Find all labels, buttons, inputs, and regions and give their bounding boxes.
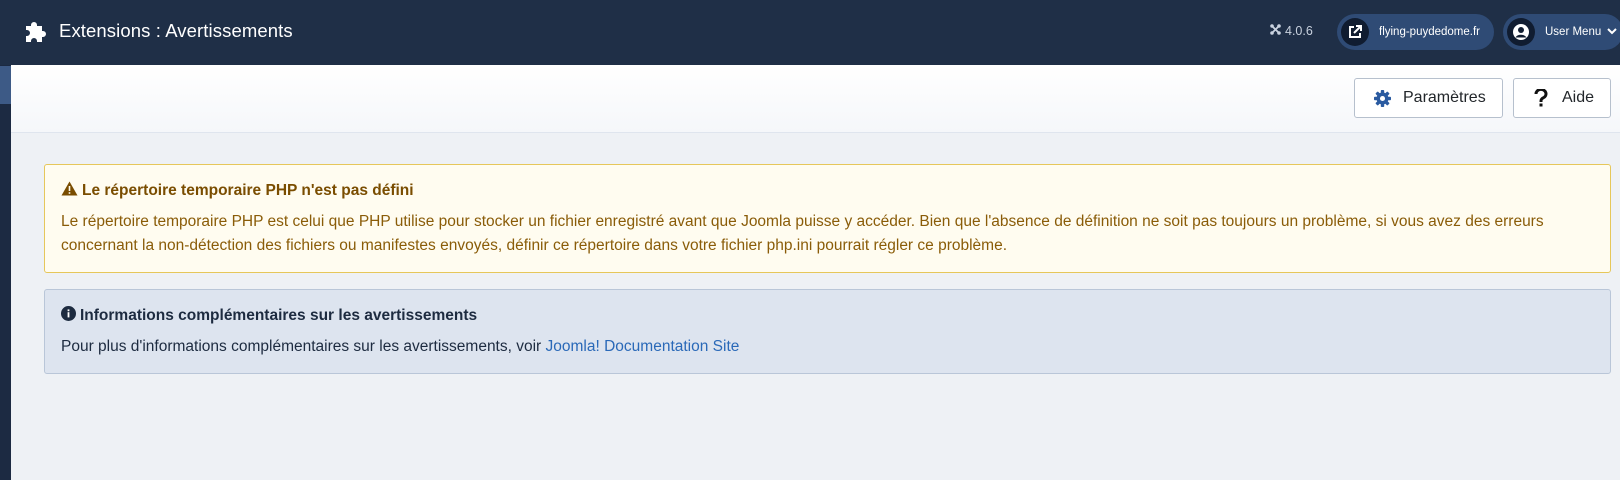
external-link-icon: [1341, 18, 1369, 46]
header-bar: Extensions : Avertissements 4.0.6 flying…: [0, 0, 1620, 65]
info-title: Informations complémentaires sur les ave…: [80, 307, 478, 324]
sidebar-collapsed[interactable]: [0, 0, 11, 480]
warning-title: Le répertoire temporaire PHP n'est pas d…: [82, 182, 414, 199]
documentation-link[interactable]: Joomla! Documentation Site: [546, 338, 740, 355]
help-label: Aide: [1562, 89, 1595, 106]
warning-triangle-icon: [61, 181, 78, 201]
toolbar: Paramètres Aide: [11, 65, 1620, 133]
sidebar-active-indicator: [0, 66, 11, 104]
warning-alert: Le répertoire temporaire PHP n'est pas d…: [44, 164, 1611, 273]
user-menu-button[interactable]: User Menu: [1503, 14, 1620, 50]
help-button[interactable]: Aide: [1513, 78, 1611, 118]
options-label: Paramètres: [1403, 89, 1486, 106]
info-text: Pour plus d'informations complémentaires…: [61, 338, 542, 355]
chevron-down-icon: [1607, 26, 1617, 38]
gear-icon: [1373, 89, 1391, 107]
info-alert: Informations complémentaires sur les ave…: [44, 289, 1611, 374]
user-menu-label: User Menu: [1545, 26, 1602, 38]
info-body: Pour plus d'informations complémentaires…: [61, 335, 1594, 359]
site-link-button[interactable]: flying-puydedome.fr: [1337, 14, 1494, 50]
warning-heading: Le répertoire temporaire PHP n'est pas d…: [61, 181, 1594, 201]
version-label: 4.0.6: [1285, 24, 1313, 38]
page-title: Extensions : Avertissements: [59, 20, 293, 41]
question-icon: [1532, 89, 1550, 107]
puzzle-icon: [26, 21, 48, 43]
joomla-icon: [1270, 24, 1281, 38]
warning-text: Le répertoire temporaire PHP est celui q…: [61, 213, 1544, 254]
page: Extensions : Avertissements 4.0.6 flying…: [0, 0, 1620, 480]
site-link-label: flying-puydedome.fr: [1379, 26, 1480, 38]
info-heading: Informations complémentaires sur les ave…: [61, 306, 1594, 326]
info-circle-icon: [61, 306, 76, 326]
user-icon: [1507, 18, 1535, 46]
version-indicator: 4.0.6: [1270, 24, 1313, 38]
options-button[interactable]: Paramètres: [1354, 78, 1503, 118]
